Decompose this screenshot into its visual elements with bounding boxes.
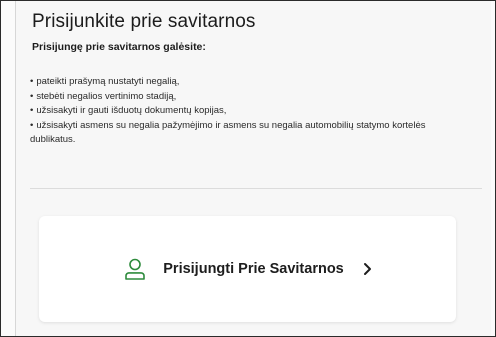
benefit-item: užsisakyti asmens su negalia pažymėjimo …	[30, 119, 470, 148]
chevron-right-icon	[363, 263, 371, 275]
benefit-item: užsisakyti ir gauti išduotų dokumentų ko…	[30, 104, 470, 119]
benefit-item: pateikti prašymą nustatyti negalią,	[30, 75, 470, 90]
login-button-content: Prisijungti Prie Savitarnos	[123, 257, 372, 281]
divider	[30, 188, 482, 189]
benefits-heading: Prisijungę prie savitarnos galėsite:	[32, 41, 206, 53]
login-button-label: Prisijungti Prie Savitarnos	[163, 261, 344, 277]
page-frame: Prisijunkite prie savitarnos Prisijungę …	[0, 0, 496, 337]
benefits-list: pateikti prašymą nustatyti negalią, steb…	[30, 75, 470, 148]
user-outline-icon	[125, 258, 146, 280]
page-title: Prisijunkite prie savitarnos	[32, 11, 256, 32]
benefit-item: stebėti negalios vertinimo stadiją,	[30, 90, 470, 105]
login-button[interactable]: Prisijungti Prie Savitarnos	[39, 216, 456, 322]
